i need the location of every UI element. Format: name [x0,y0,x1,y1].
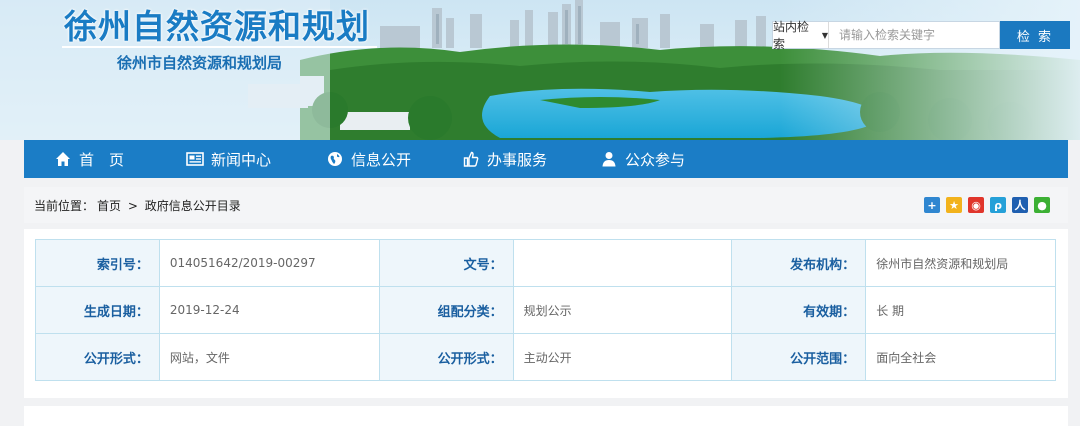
table-row: 生成日期： 2019-12-24 组配分类： 规划公示 有效期： 长 期 [35,286,1056,334]
validity-label: 有效期： [731,286,867,334]
category-value: 规划公示 [512,286,733,334]
globe-icon [326,150,344,168]
nav-item-info-disclosure[interactable]: 信息公开 [326,140,411,178]
disclosure-form-label: 公开形式： [35,333,160,381]
plus-share-icon[interactable]: + [924,197,940,213]
disclosure-mode-label: 公开形式： [378,333,514,381]
breadcrumb-row: 当前位置： 首页 > 政府信息公开目录 + ★ ◉ ρ 人 ● [24,187,1068,223]
nav-label-services: 办事服务 [487,150,548,169]
created-date-label: 生成日期： [35,286,160,334]
site-subtitle: 徐州市自然资源和规划局 [117,54,283,72]
nav-label-info-disclosure: 信息公开 [351,150,412,169]
disclosure-scope-label: 公开范围： [731,333,867,381]
search-scope-select[interactable]: 站内检索 ▼ [773,20,829,51]
document-number-value [512,239,733,287]
index-number-label: 索引号： [35,239,160,287]
created-date-value: 2019-12-24 [158,286,380,334]
table-row: 索引号： 014051642/2019-00297 文号： 发布机构： 徐州市自… [35,239,1056,287]
nav-item-news[interactable]: 新闻中心 [186,140,271,178]
validity-value: 长 期 [865,286,1056,334]
weibo-icon[interactable]: ◉ [968,197,984,213]
nav-item-home[interactable]: 首 页 [54,140,124,178]
disclosure-mode-value: 主动公开 [512,333,733,381]
search-box: 站内检索 ▼ [772,20,1000,51]
share-bar: + ★ ◉ ρ 人 ● [924,197,1050,213]
renren-icon[interactable]: 人 [1012,197,1028,213]
site-title: 徐州自然资源和规划 [64,7,370,46]
breadcrumb-prefix: 当前位置： [34,199,95,213]
newspaper-icon [186,150,204,168]
search-input[interactable] [829,22,999,48]
disclosure-form-value: 网站，文件 [158,333,380,381]
tencent-weibo-icon[interactable]: ρ [990,197,1006,213]
nav-label-news: 新闻中心 [211,150,272,169]
user-icon [600,150,618,168]
document-number-label: 文号： [378,239,514,287]
wechat-icon[interactable]: ● [1034,197,1050,213]
disclosure-scope-value: 面向全社会 [865,333,1056,381]
breadcrumb-current: 政府信息公开目录 [144,199,241,213]
nav-item-services[interactable]: 办事服务 [462,140,547,178]
caret-down-icon: ▼ [821,30,828,40]
nav-label-participation: 公众参与 [625,150,686,169]
breadcrumb-home-link[interactable]: 首页 [97,199,121,213]
metadata-table: 索引号： 014051642/2019-00297 文号： 发布机构： 徐州市自… [35,239,1056,381]
table-row: 公开形式： 网站，文件 公开形式： 主动公开 公开范围： 面向全社会 [35,333,1056,381]
thumbs-up-icon [462,150,480,168]
qzone-icon[interactable]: ★ [946,197,962,213]
nav-label-home: 首 页 [79,150,125,169]
title-divider [62,46,377,48]
index-number-value: 014051642/2019-00297 [158,239,380,287]
search-scope-label: 站内检索 [773,20,810,51]
main-nav: 首 页 新闻中心 信息公开 办事服务 公众参与 [24,140,1068,178]
nav-item-participation[interactable]: 公众参与 [600,140,685,178]
category-label: 组配分类： [378,286,514,334]
publisher-value: 徐州市自然资源和规划局 [865,239,1056,287]
breadcrumb-separator: > [127,199,138,213]
content-panel-top [24,406,1068,426]
search-button[interactable]: 检 索 [1000,21,1070,49]
home-icon [54,150,72,168]
publisher-label: 发布机构： [731,239,867,287]
info-panel: 索引号： 014051642/2019-00297 文号： 发布机构： 徐州市自… [24,229,1068,398]
header-banner: 徐州自然资源和规划 徐州市自然资源和规划局 站内检索 ▼ 检 索 [0,0,1080,140]
breadcrumb: 当前位置： 首页 > 政府信息公开目录 [34,197,244,214]
